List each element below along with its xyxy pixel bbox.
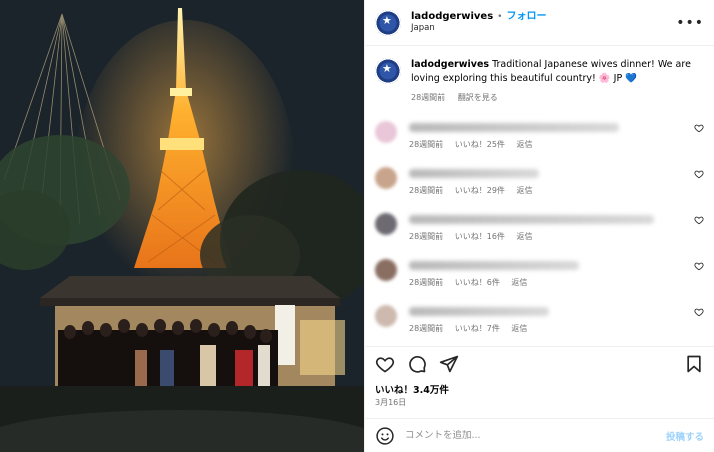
small-heart-icon[interactable] — [694, 307, 704, 317]
comment-meta: 28週間前 いいね！7件 返信 — [409, 323, 704, 334]
comment-list: 28週間前 いいね！25件 返信 28週間前 いいね！29件 返信 28週間前 … — [365, 109, 714, 339]
comment-item: 28週間前 いいね！6件 返信 — [375, 247, 704, 293]
comment-likes[interactable]: いいね！6件 — [455, 278, 500, 287]
comment-likes[interactable]: いいね！25件 — [455, 140, 505, 149]
translate-link[interactable]: 翻訳を見る — [458, 93, 498, 102]
post-photo[interactable] — [0, 0, 364, 452]
post-header: ladodgerwives • フォロー Japan ••• — [365, 0, 714, 46]
reply-button[interactable]: 返信 — [511, 278, 527, 287]
blurred-comment-text — [409, 169, 539, 179]
comment-body: 28週間前 いいね！6件 返信 — [409, 261, 704, 288]
action-bar — [365, 346, 714, 380]
caption-time[interactable]: 28週間前 — [411, 93, 445, 102]
comment-input[interactable] — [405, 430, 666, 441]
caption-body: ladodgerwives Traditional Japanese wives… — [411, 58, 704, 103]
comment-time[interactable]: 28週間前 — [409, 140, 443, 149]
reply-button[interactable]: 返信 — [516, 232, 532, 241]
comment-time[interactable]: 28週間前 — [409, 278, 443, 287]
comment-body: 28週間前 いいね！25件 返信 — [409, 123, 704, 150]
username-link[interactable]: ladodgerwives — [411, 11, 493, 24]
add-comment-bar: 投稿する — [365, 418, 714, 452]
avatar[interactable] — [375, 9, 401, 36]
post-date[interactable]: 3月16日 — [375, 397, 406, 408]
caption-avatar[interactable] — [375, 58, 401, 84]
comment-item: 28週間前 いいね！16件 返信 — [375, 201, 704, 247]
post-comment-button[interactable]: 投稿する — [666, 429, 704, 443]
heart-icon[interactable] — [375, 354, 395, 374]
comment-avatar[interactable] — [375, 121, 397, 144]
comment-avatar[interactable] — [375, 167, 397, 190]
comment-item: 28週間前 いいね！7件 返信 — [375, 293, 704, 339]
blurred-comment-text — [409, 307, 549, 317]
reply-button[interactable]: 返信 — [511, 324, 527, 333]
comment-body: 28週間前 いいね！16件 返信 — [409, 215, 704, 242]
comment-meta: 28週間前 いいね！29件 返信 — [409, 185, 704, 196]
comment-meta: 28週間前 いいね！6件 返信 — [409, 277, 704, 288]
header-text: ladodgerwives • フォロー Japan — [411, 11, 676, 34]
comment-likes[interactable]: いいね！16件 — [455, 232, 505, 241]
post-sidebar: ladodgerwives • フォロー Japan ••• ladodgerw… — [364, 0, 714, 452]
comment-meta: 28週間前 いいね！16件 返信 — [409, 231, 704, 242]
small-heart-icon[interactable] — [694, 123, 704, 133]
emoji-icon[interactable] — [375, 426, 395, 446]
header-top-line: ladodgerwives • フォロー — [411, 11, 676, 24]
comment-meta: 28週間前 いいね！25件 返信 — [409, 139, 704, 150]
blurred-comment-text — [409, 123, 619, 133]
reply-button[interactable]: 返信 — [516, 186, 532, 195]
follow-button[interactable]: フォロー — [506, 11, 546, 24]
separator: • — [497, 11, 503, 22]
comment-item: 28週間前 いいね！25件 返信 — [375, 109, 704, 155]
bookmark-icon[interactable] — [684, 354, 704, 374]
small-heart-icon[interactable] — [694, 169, 704, 179]
reply-button[interactable]: 返信 — [516, 140, 532, 149]
comment-likes[interactable]: いいね！7件 — [455, 324, 500, 333]
blurred-comment-text — [409, 261, 579, 271]
comment-avatar[interactable] — [375, 305, 397, 328]
caption-username[interactable]: ladodgerwives — [411, 59, 489, 70]
share-icon[interactable] — [439, 354, 459, 374]
comment-avatar[interactable] — [375, 213, 397, 236]
comment-time[interactable]: 28週間前 — [409, 186, 443, 195]
comment-time[interactable]: 28週間前 — [409, 232, 443, 241]
tokyo-tower-photo — [0, 0, 364, 452]
caption: ladodgerwives Traditional Japanese wives… — [365, 46, 714, 103]
blurred-comment-text — [409, 215, 654, 225]
comment-avatar[interactable] — [375, 259, 397, 282]
comment-icon[interactable] — [407, 354, 427, 374]
comment-body: 28週間前 いいね！7件 返信 — [409, 307, 704, 334]
comment-item: 28週間前 いいね！29件 返信 — [375, 155, 704, 201]
small-heart-icon[interactable] — [694, 215, 704, 225]
comment-body: 28週間前 いいね！29件 返信 — [409, 169, 704, 196]
comment-time[interactable]: 28週間前 — [409, 324, 443, 333]
caption-meta: 28週間前 翻訳を見る — [411, 92, 704, 104]
like-count[interactable]: いいね！3.4万件 — [375, 382, 449, 396]
small-heart-icon[interactable] — [694, 261, 704, 271]
comment-likes[interactable]: いいね！29件 — [455, 186, 505, 195]
location-link[interactable]: Japan — [411, 23, 676, 34]
more-options-icon[interactable]: ••• — [676, 15, 704, 31]
